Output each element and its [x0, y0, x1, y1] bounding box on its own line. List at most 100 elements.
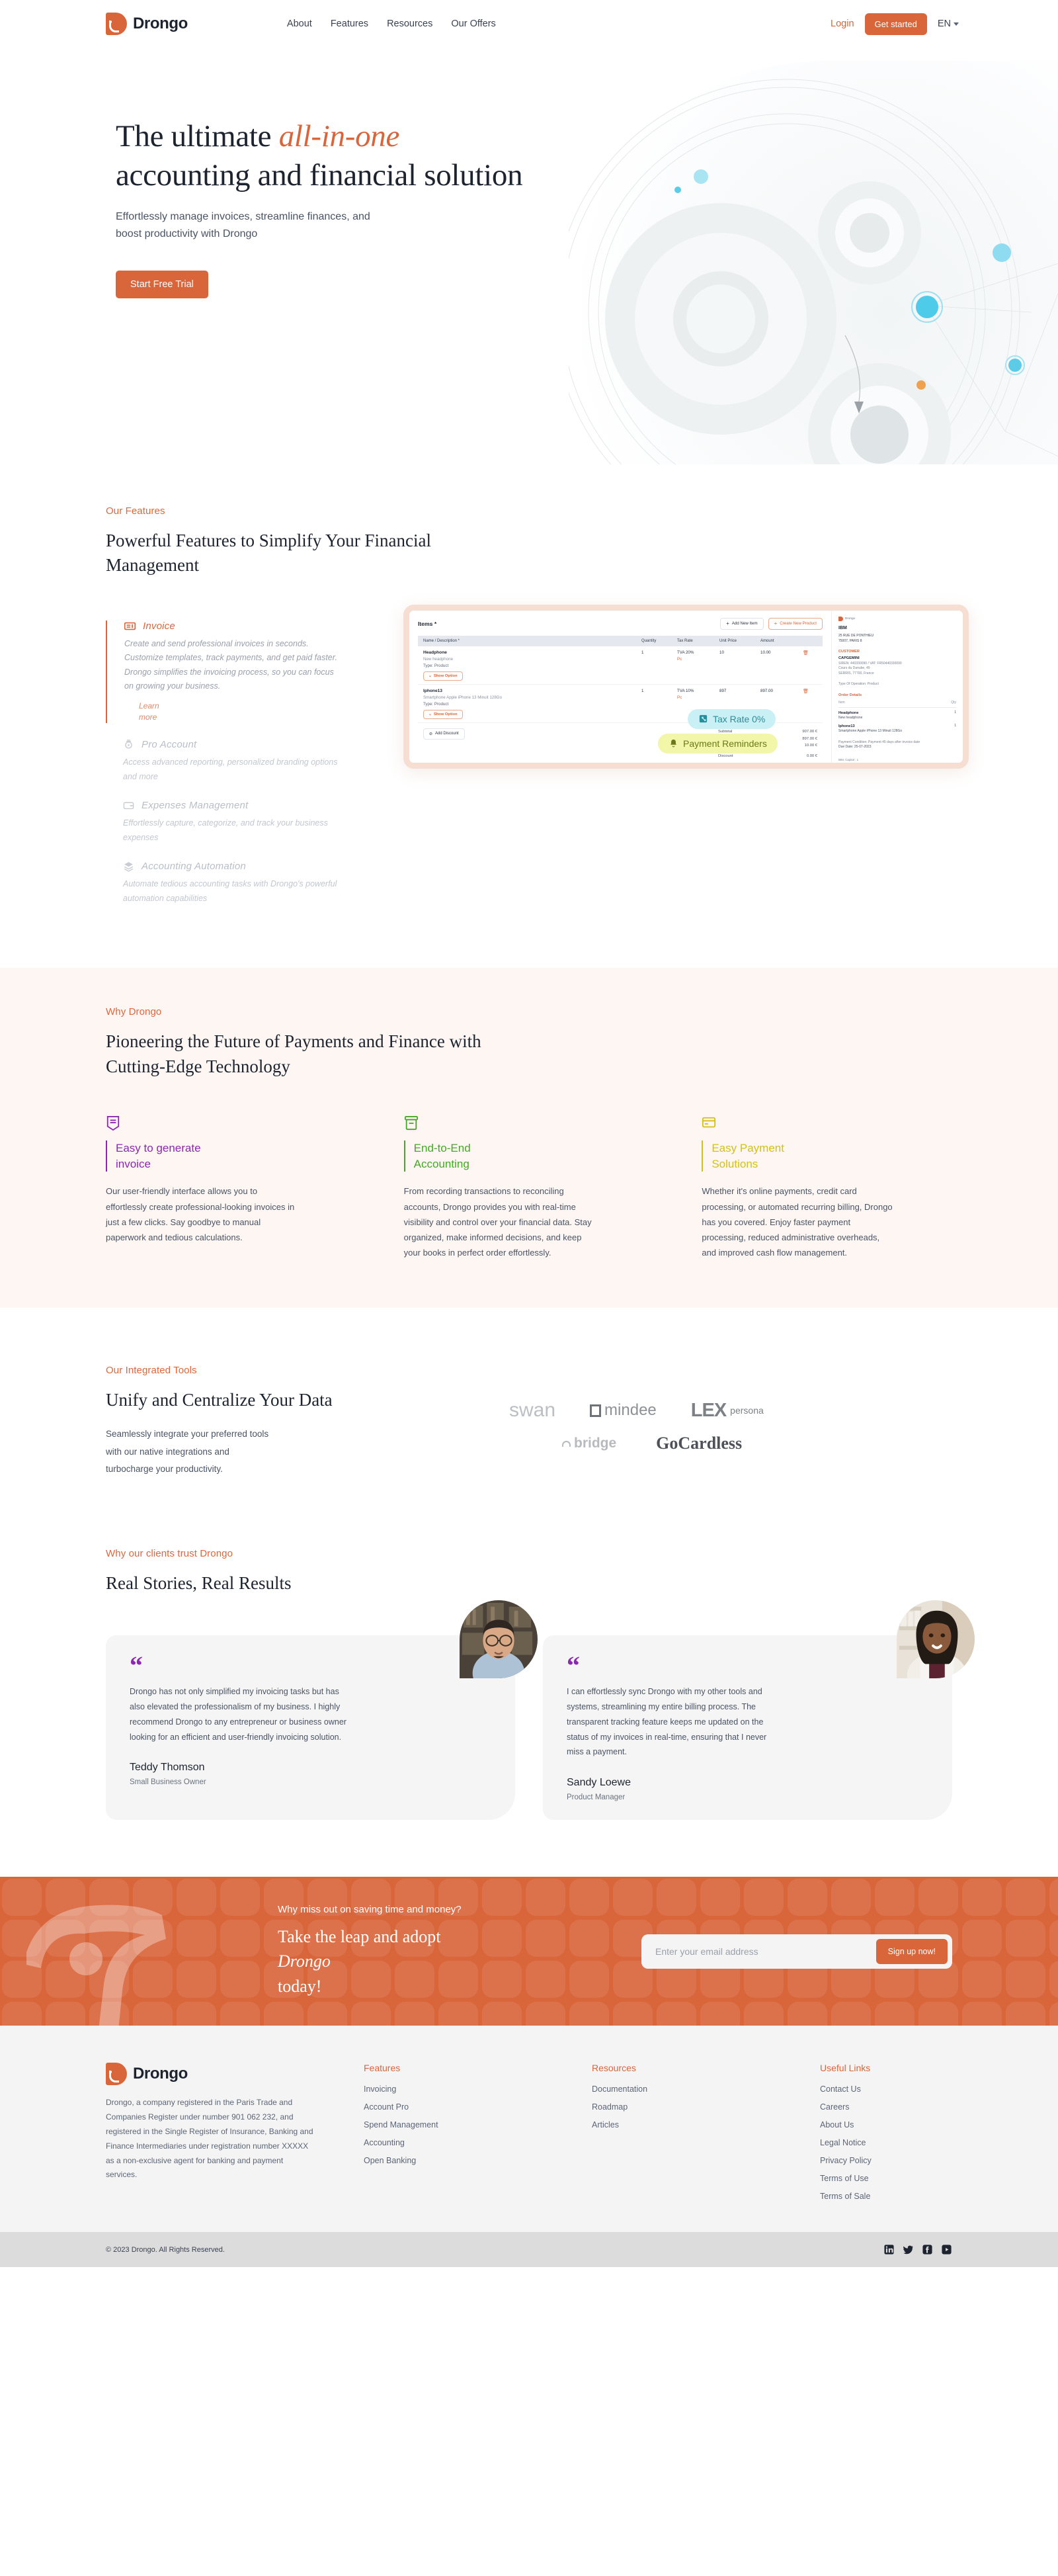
preview-line-qty: 1	[954, 710, 956, 714]
total-value: 907.00 €	[802, 729, 817, 734]
twitter-icon[interactable]	[903, 2244, 914, 2255]
facebook-icon[interactable]	[922, 2244, 933, 2255]
footer-link-terms-of-sale[interactable]: Terms of Sale	[820, 2192, 952, 2201]
why-column-description: From recording transactions to reconcili…	[403, 1186, 592, 1258]
footer-bottom-bar: © 2023 Drongo. All Rights Reserved.	[0, 2232, 1058, 2268]
delete-row-icon[interactable]: 🗑	[803, 689, 817, 694]
footer-link-accounting[interactable]: Accounting	[364, 2138, 565, 2147]
youtube-icon[interactable]	[941, 2244, 952, 2255]
footer-link-documentation[interactable]: Documentation	[592, 2084, 794, 2094]
preview-qty-column: Qty	[951, 701, 956, 705]
email-input[interactable]	[646, 1938, 876, 1964]
site-header: Drongo About Features Resources Our Offe…	[0, 0, 1058, 48]
item-amount: 897.00	[760, 688, 773, 693]
features-eyebrow: Our Features	[106, 505, 165, 517]
feature-description: Access advanced reporting, personalized …	[123, 757, 338, 781]
footer-link-invoicing[interactable]: Invoicing	[364, 2084, 565, 2094]
nav-item-features[interactable]: Features	[331, 19, 368, 29]
item-name: Headphone	[423, 650, 447, 655]
footer-legal-description: Drongo, a company registered in the Pari…	[106, 2098, 313, 2180]
preview-address-line1: 25 RUE DE PONTHIEU	[838, 634, 874, 638]
sign-up-now-button[interactable]: Sign up now!	[875, 1938, 948, 1964]
chevron-down-icon: ⌄	[428, 673, 432, 678]
footer-column-heading: Useful Links	[820, 2063, 871, 2074]
feature-name: Accounting Automation	[142, 861, 246, 873]
partner-logo-swan: swan	[509, 1399, 556, 1421]
show-option-button[interactable]: ⌄ Show Option	[423, 671, 463, 681]
delete-row-icon[interactable]: 🗑	[803, 650, 817, 656]
language-selector[interactable]: EN	[938, 19, 959, 29]
partner-logos: swan mindee LEX persona bridge GoCardless	[423, 1365, 952, 1478]
nav-item-our-offers[interactable]: Our Offers	[451, 19, 495, 29]
preview-logo-text: Drongo	[845, 616, 856, 620]
footer-brand-logo[interactable]: Drongo	[106, 2063, 337, 2086]
footer-link-privacy-policy[interactable]: Privacy Policy	[820, 2156, 952, 2165]
item-tax-rate: TVA 20%	[677, 650, 694, 655]
partner-logo-bridge: bridge	[562, 1436, 616, 1451]
preview-legal-1: IBM, Capital : 1	[838, 757, 859, 761]
nav-item-about[interactable]: About	[287, 19, 312, 29]
wallet-icon	[123, 802, 134, 810]
hero-subtitle: Effortlessly manage invoices, streamline…	[116, 211, 370, 240]
feature-item-pro-account[interactable]: Pro Account Access advanced reporting, p…	[106, 739, 384, 784]
linkedin-icon[interactable]	[883, 2244, 895, 2255]
preview-due-date: Due Date: 25-07-2023	[838, 745, 872, 750]
show-option-label: Show Option	[433, 712, 458, 716]
footer-link-roadmap[interactable]: Roadmap	[592, 2102, 794, 2112]
tools-eyebrow: Our Integrated Tools	[106, 1365, 197, 1376]
preview-company: IBM	[838, 625, 847, 630]
feature-item-invoice[interactable]: Invoice Create and send professional inv…	[106, 620, 384, 724]
why-eyebrow: Why Drongo	[106, 1006, 162, 1018]
nav-item-resources[interactable]: Resources	[387, 19, 432, 29]
testimonial-role: Product Manager	[567, 1793, 626, 1802]
preview-legal-2: VAT: FR20901	[838, 763, 857, 767]
login-link[interactable]: Login	[831, 19, 854, 29]
feature-item-accounting-automation[interactable]: Accounting Automation Automate tedious a…	[106, 861, 384, 906]
feature-description: Effortlessly capture, categorize, and tr…	[123, 818, 328, 842]
bell-icon	[671, 739, 676, 748]
footer-link-legal-notice[interactable]: Legal Notice	[820, 2138, 952, 2147]
testimonial-role: Small Business Owner	[130, 1778, 206, 1787]
start-free-trial-button[interactable]: Start Free Trial	[116, 271, 208, 299]
item-unit-tag: Pc	[677, 656, 682, 662]
chevron-down-icon: ⌄	[428, 712, 432, 716]
cta-headline: Take the leap and adopt Drongo today!	[278, 1924, 496, 1999]
why-title: Pioneering the Future of Payments and Fi…	[106, 1031, 481, 1076]
table-row[interactable]: Headphone New headphone Type: Product ⌄ …	[418, 646, 823, 685]
testimonials-section: Why our clients trust Drongo Real Storie…	[0, 1528, 1058, 1877]
partner-logo-gocardless: GoCardless	[656, 1434, 743, 1453]
partner-logo-mindee-label: mindee	[604, 1401, 657, 1419]
drongo-bird-icon	[106, 2063, 127, 2086]
layers-icon	[124, 862, 134, 873]
get-started-button[interactable]: Get started	[864, 13, 927, 35]
feature-item-expenses-management[interactable]: Expenses Management Effortlessly capture…	[106, 800, 384, 845]
feature-name: Expenses Management	[142, 800, 249, 812]
invoice-preview-panel: Drongo IBM 25 RUE DE PONTHIEU 75007, PAR…	[832, 610, 963, 763]
preview-customer-label: CUSTOMER	[838, 650, 860, 654]
add-new-item-button[interactable]: + Add New Item	[720, 617, 764, 630]
learn-more-link[interactable]: Learn more	[139, 701, 167, 724]
tools-title: Unify and Centralize Your Data	[106, 1390, 333, 1410]
preview-order-details-label: Order Details	[838, 693, 862, 697]
why-column-easy-payment: Easy Payment Solutions Whether it's onli…	[702, 1115, 952, 1260]
total-label: Discount	[718, 754, 733, 759]
language-label: EN	[937, 19, 951, 29]
add-discount-button[interactable]: ⊘ Add Discount	[423, 728, 465, 740]
footer-link-about-us[interactable]: About Us	[820, 2120, 952, 2129]
testimonial-card: “ Drongo has not only simplified my invo…	[106, 1600, 538, 1821]
preview-line-qty: 1	[954, 723, 956, 728]
show-option-button[interactable]: ⌄ Show Option	[423, 709, 463, 719]
testimonials-eyebrow: Why our clients trust Drongo	[106, 1548, 233, 1560]
brand-logo[interactable]: Drongo	[106, 13, 188, 35]
footer-link-terms-of-use[interactable]: Terms of Use	[820, 2174, 952, 2183]
why-column-title: End-to-End Accounting	[403, 1140, 523, 1172]
feature-description: Automate tedious accounting tasks with D…	[123, 879, 337, 903]
footer-link-articles[interactable]: Articles	[592, 2120, 794, 2129]
footer-link-contact-us[interactable]: Contact Us	[820, 2084, 952, 2094]
column-unit-price: Unit Price	[719, 638, 737, 643]
footer-link-careers[interactable]: Careers	[820, 2102, 952, 2112]
footer-link-spend-management[interactable]: Spend Management	[364, 2120, 565, 2129]
footer-link-account-pro[interactable]: Account Pro	[364, 2102, 565, 2112]
footer-link-open-banking[interactable]: Open Banking	[364, 2156, 565, 2165]
create-new-product-button[interactable]: + Create New Product	[768, 617, 823, 630]
